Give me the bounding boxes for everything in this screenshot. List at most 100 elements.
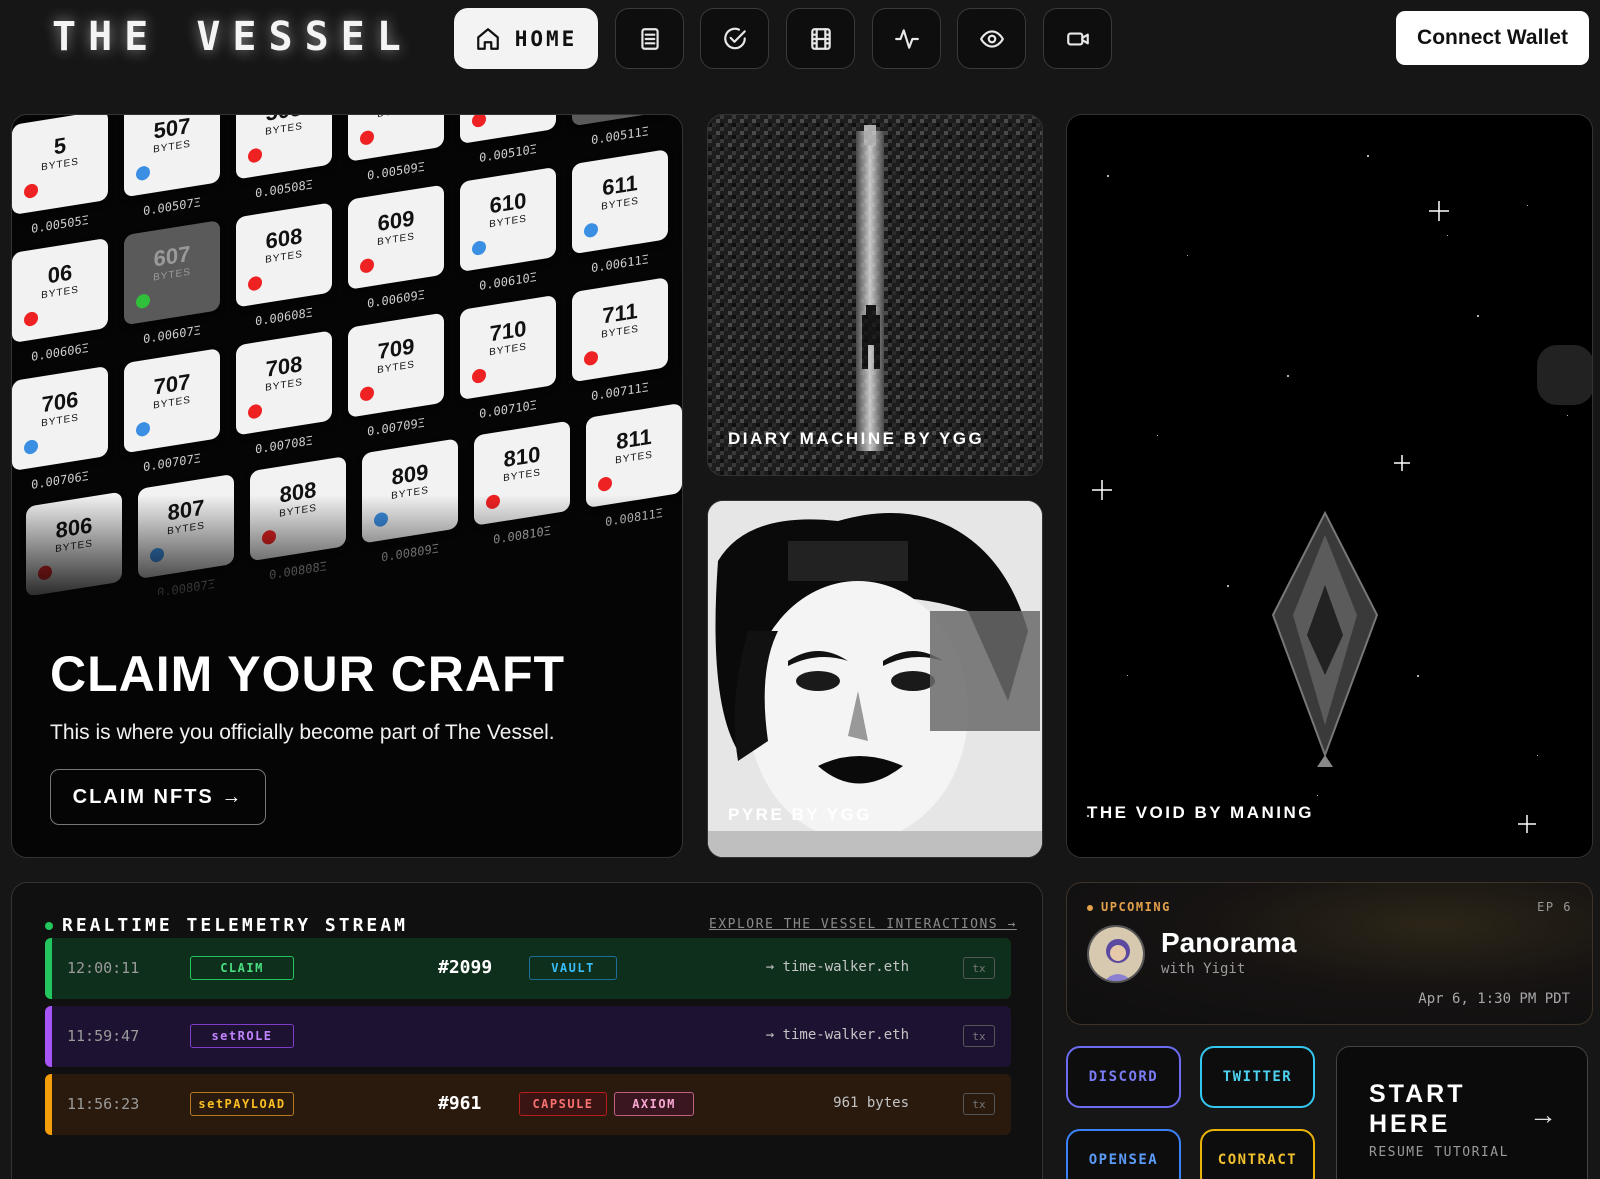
byte-tile[interactable]: 811BYTES0.00811Ξ	[586, 402, 682, 529]
tile-price: 0.00709Ξ	[367, 415, 425, 439]
tile-status-dot	[24, 438, 38, 456]
nav-tasks[interactable]	[700, 8, 769, 69]
host-avatar-image	[1089, 927, 1143, 981]
film-icon	[810, 27, 831, 50]
nav-activity[interactable]	[872, 8, 941, 69]
tile-status-dot	[24, 310, 38, 328]
byte-tile[interactable]: 707 BYTES 0.00707Ξ	[124, 348, 220, 474]
app-logo[interactable]: THE VESSEL	[52, 14, 413, 60]
nav-view[interactable]	[957, 8, 1026, 69]
tile-price: 0.00505Ξ	[31, 212, 89, 236]
row-accent-bar	[45, 1006, 52, 1067]
row-token: #961	[438, 1093, 482, 1114]
nav-video[interactable]	[1043, 8, 1112, 69]
explore-interactions-link[interactable]: EXPLORE THE VESSEL INTERACTIONS →	[709, 917, 1017, 932]
pyre-card[interactable]: PYRE BY YGG	[707, 500, 1043, 858]
byte-tile[interactable]: 708 BYTES 0.00708Ξ	[236, 330, 332, 456]
tx-link[interactable]: tx	[963, 1025, 995, 1047]
tile-price: 0.00507Ξ	[143, 195, 201, 219]
row-time: 11:59:47	[67, 1027, 140, 1045]
nav-film[interactable]	[786, 8, 855, 69]
tile-status-dot	[472, 239, 486, 257]
tile-unit: BYTES	[348, 115, 444, 125]
discord-button[interactable]: DISCORD	[1066, 1046, 1181, 1108]
start-here-title: START HERE	[1369, 1080, 1466, 1138]
tile-price: 0.00509Ξ	[367, 159, 425, 183]
video-icon	[1066, 32, 1089, 45]
eye-icon	[979, 29, 1004, 48]
check-circle-icon	[723, 27, 746, 49]
document-icon	[640, 27, 659, 50]
tile-price: 0.00707Ξ	[143, 451, 201, 475]
byte-tile[interactable]: 5 BYTES 0.00505Ξ	[12, 115, 108, 236]
tx-link[interactable]: tx	[963, 957, 995, 979]
byte-tile[interactable]: 706 BYTES 0.00706Ξ	[12, 365, 108, 492]
nav-home[interactable]: HOME	[454, 8, 598, 69]
byte-tile[interactable]: 711 BYTES 0.00711Ξ	[572, 277, 668, 403]
telemetry-row[interactable]: 11:59:47 setROLE → time-walker.eth tx	[45, 1006, 1011, 1067]
byte-tile[interactable]: 511BYTES0.00511Ξ	[572, 115, 668, 147]
activity-icon	[894, 28, 919, 49]
twitter-button[interactable]: TWITTER	[1200, 1046, 1315, 1108]
tile-status-dot	[472, 367, 486, 385]
byte-tile[interactable]: 709 BYTES 0.00709Ξ	[348, 312, 444, 439]
byte-tile[interactable]: 507 BYTES 0.00507Ξ	[124, 115, 220, 218]
the-void-label: THE VOID BY MANING	[1087, 803, 1314, 822]
avatar	[1087, 925, 1145, 983]
tile-price: 0.00511Ξ	[591, 124, 649, 148]
telemetry-row[interactable]: 11:56:23 setPAYLOAD #961 CAPSULE AXIOM 9…	[45, 1074, 1011, 1135]
byte-tile[interactable]: 06 BYTES 0.00606Ξ	[12, 237, 108, 364]
row-action-badge: setPAYLOAD	[190, 1092, 294, 1116]
tile-price: 0.00607Ξ	[143, 323, 201, 347]
row-action-badge: CLAIM	[190, 956, 294, 980]
tile-status-dot	[248, 275, 262, 292]
upcoming-episode-card[interactable]: UPCOMING EP 6 Panorama with Yigit Apr 6,…	[1066, 882, 1593, 1025]
byte-tile[interactable]: 508BYTES0.00508Ξ	[236, 115, 332, 200]
contract-button[interactable]: CONTRACT	[1200, 1129, 1315, 1179]
row-time: 11:56:23	[67, 1095, 140, 1113]
tile-price: 0.00610Ξ	[479, 269, 537, 294]
nav-docs[interactable]	[615, 8, 684, 69]
tile-price: 0.00510Ξ	[479, 141, 537, 166]
top-bar: THE VESSEL HOME Connect Wallet	[0, 0, 1600, 80]
diary-machine-card[interactable]: DIARY MACHINE BY YGG	[707, 114, 1043, 476]
byte-tile[interactable]: 610 BYTES 0.00610Ξ	[460, 166, 556, 293]
byte-tile[interactable]: 510BYTES0.00510Ξ	[460, 115, 556, 165]
connect-wallet-button[interactable]: Connect Wallet	[1396, 11, 1589, 65]
tile-status-dot	[136, 165, 150, 182]
tile-price: 0.00611Ξ	[591, 252, 649, 276]
tx-link[interactable]: tx	[963, 1093, 995, 1115]
byte-tile[interactable]: 607 BYTES 0.00607Ξ	[124, 220, 220, 346]
tile-status-dot	[248, 147, 262, 164]
tile-price: 0.00609Ξ	[367, 287, 425, 311]
upcoming-label: UPCOMING	[1101, 900, 1171, 914]
start-here-card[interactable]: START HERE RESUME TUTORIAL →	[1336, 1046, 1588, 1179]
byte-tile[interactable]: 609 BYTES 0.00609Ξ	[348, 184, 444, 311]
row-time: 12:00:11	[67, 959, 140, 977]
diary-machine-artwork	[708, 115, 1042, 475]
tile-price: 0.00706Ξ	[31, 468, 89, 492]
tile-price: 0.00608Ξ	[255, 305, 313, 329]
tile-price: 0.00711Ξ	[591, 380, 649, 404]
home-icon	[476, 27, 499, 50]
opensea-button[interactable]: OPENSEA	[1066, 1129, 1181, 1179]
hero-subtitle: This is where you officially become part…	[50, 721, 555, 744]
arrow-right-icon: →	[1529, 1099, 1557, 1130]
tile-status-dot	[584, 222, 598, 239]
telemetry-row[interactable]: 12:00:11 CLAIM #2099 VAULT → time-walker…	[45, 938, 1011, 999]
the-void-card[interactable]: THE VOID BY MANING	[1066, 114, 1593, 858]
row-tag-badge: CAPSULE	[519, 1092, 607, 1116]
episode-title: Panorama	[1161, 927, 1297, 958]
tile-price: 0.00708Ξ	[255, 433, 313, 457]
byte-tile[interactable]: 608 BYTES 0.00608Ξ	[236, 202, 332, 328]
row-token: #2099	[438, 957, 493, 978]
byte-tile[interactable]: 509BYTES0.00509Ξ	[348, 115, 444, 183]
the-void-artwork	[1067, 115, 1592, 857]
byte-tile[interactable]: 710 BYTES 0.00710Ξ	[460, 294, 556, 421]
claim-nfts-button[interactable]: CLAIM NFTS →	[50, 769, 266, 825]
pyre-label: PYRE BY YGG	[728, 805, 873, 824]
tile-price: 0.00508Ξ	[255, 177, 313, 201]
byte-tile[interactable]: 611 BYTES 0.00611Ξ	[572, 149, 668, 275]
tile-status-dot	[360, 385, 374, 402]
row-tag-badge: AXIOM	[614, 1092, 694, 1116]
